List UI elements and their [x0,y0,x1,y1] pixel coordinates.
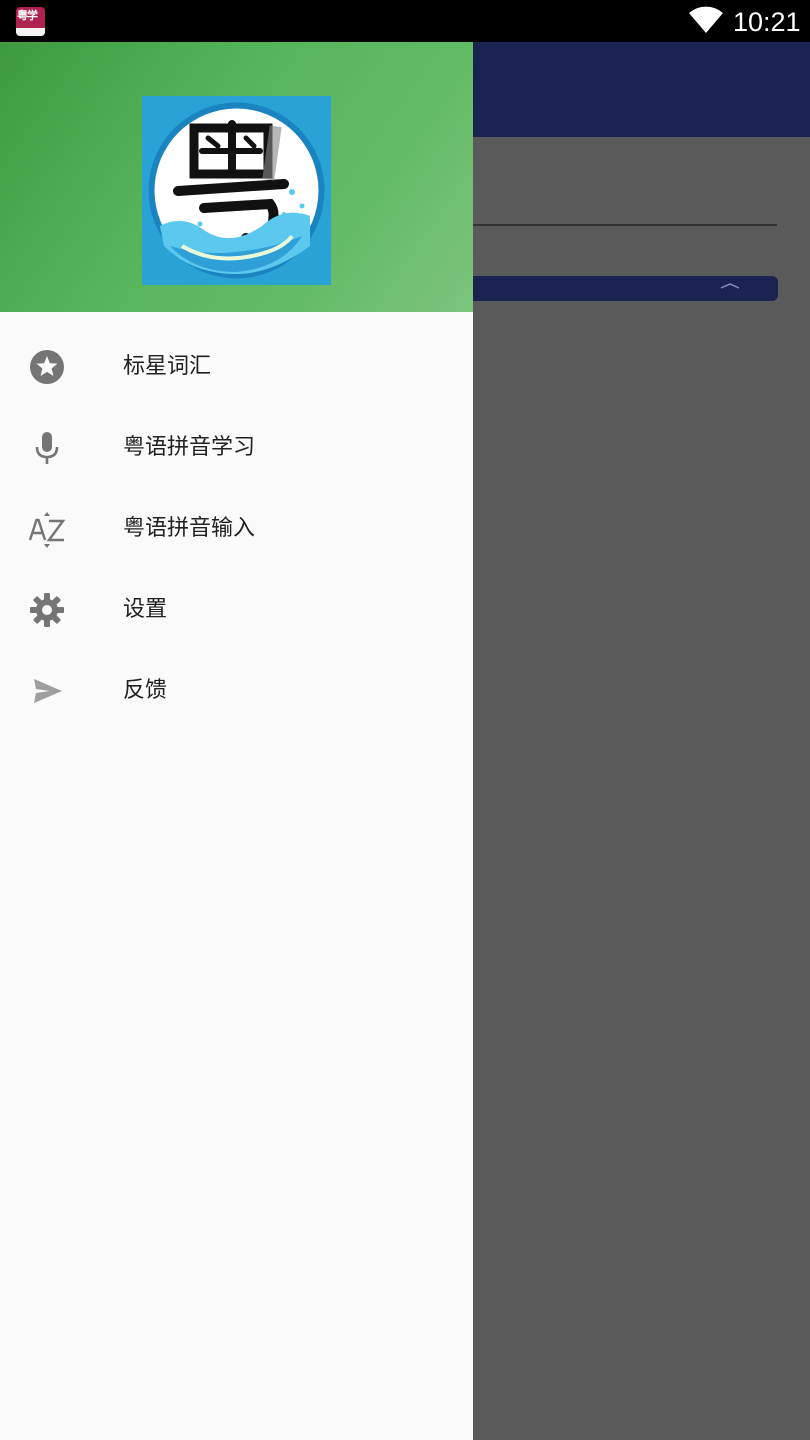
menu-item-label: 粤语拼音学习 [123,435,256,460]
menu-item-settings[interactable]: 设置 [0,570,473,651]
microphone-icon [35,432,59,464]
status-clock: 10:21 [733,7,801,37]
app-logo [142,96,331,285]
menu-item-cantonese-pinyin-input[interactable]: 粤语拼音输入 [0,489,473,570]
status-bar: 粤学 10:21 [0,0,810,42]
wifi-icon [689,6,723,33]
az-sort-icon [28,512,66,548]
navigation-drawer: 标星词汇 粤语拼音学习 粤语拼音输入 设置 反馈 [0,42,473,1440]
gear-icon [30,593,64,627]
send-icon [34,679,62,703]
app-notification-icon: 粤学 [16,7,45,36]
menu-item-cantonese-pinyin-learning[interactable]: 粤语拼音学习 [0,408,473,489]
background-expand-button[interactable] [473,276,778,301]
menu-item-label: 标星词汇 [123,354,212,379]
drawer-header [0,42,473,312]
background-input-field[interactable] [473,224,777,226]
menu-item-label: 设置 [123,597,168,622]
menu-item-feedback[interactable]: 反馈 [0,651,473,732]
notification-app-text: 粤学 [17,9,38,22]
drawer-menu: 标星词汇 粤语拼音学习 粤语拼音输入 设置 反馈 [0,327,473,732]
chevron-up-icon [720,283,740,289]
menu-item-label: 反馈 [123,678,168,703]
menu-item-starred-words[interactable]: 标星词汇 [0,327,473,408]
menu-item-label: 粤语拼音输入 [123,516,256,541]
star-icon [30,350,64,384]
